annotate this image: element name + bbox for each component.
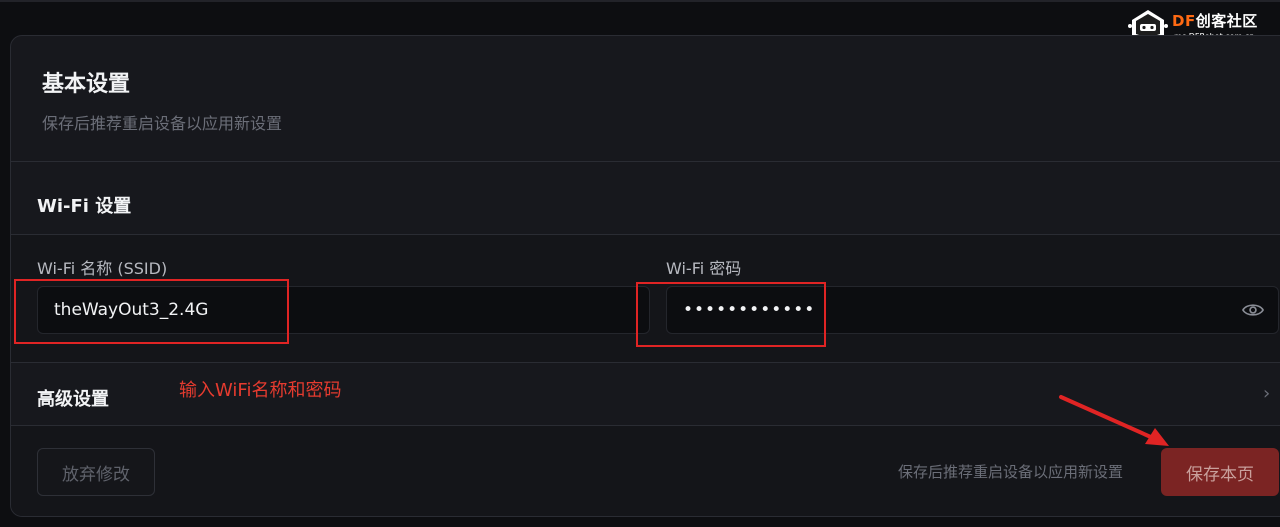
advanced-settings-label: 高级设置 — [37, 389, 109, 410]
logo-brand: DF创客社区 — [1172, 12, 1258, 30]
eye-icon[interactable] — [1242, 301, 1264, 319]
annotation-box-password — [636, 282, 826, 347]
chevron-right-icon: › — [1263, 383, 1271, 404]
annotation-text: 输入WiFi名称和密码 — [179, 380, 342, 401]
page-subtitle: 保存后推荐重启设备以应用新设置 — [42, 114, 283, 133]
annotation-box-ssid — [14, 279, 289, 344]
wifi-section-title: Wi-Fi 设置 — [37, 196, 132, 217]
ssid-label: Wi-Fi 名称 (SSID) — [37, 259, 168, 278]
wifi-section-header: Wi-Fi 设置 — [11, 162, 1280, 234]
password-label: Wi-Fi 密码 — [666, 259, 742, 278]
top-border — [0, 0, 1280, 2]
save-page-button[interactable]: 保存本页 — [1161, 448, 1279, 496]
annotation-arrow-icon — [1059, 395, 1169, 446]
footer-hint: 保存后推荐重启设备以应用新设置 — [898, 463, 1124, 481]
discard-changes-button[interactable]: 放弃修改 — [37, 448, 155, 496]
page-title: 基本设置 — [42, 72, 131, 97]
